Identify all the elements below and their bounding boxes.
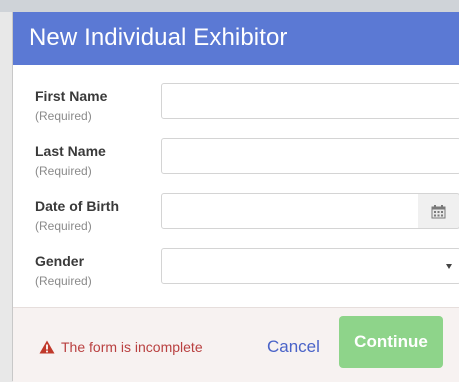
cancel-button[interactable]: Cancel <box>267 332 320 362</box>
form-row-first-name: First Name (Required) <box>13 83 459 137</box>
date-of-birth-label: Date of Birth <box>35 198 119 214</box>
calendar-icon <box>431 205 446 219</box>
last-name-hint: (Required) <box>35 164 92 178</box>
modal-header: New Individual Exhibitor <box>13 12 459 65</box>
form-row-last-name: Last Name (Required) <box>13 138 459 192</box>
caret-down-icon <box>446 264 452 269</box>
page-backdrop <box>0 0 459 12</box>
continue-button[interactable]: Continue <box>339 316 443 368</box>
warning-icon <box>39 340 55 354</box>
new-exhibitor-modal: New Individual Exhibitor First Name (Req… <box>12 12 459 382</box>
first-name-label: First Name <box>35 88 108 104</box>
form-status-text: The form is incomplete <box>61 339 203 355</box>
last-name-label: Last Name <box>35 143 106 159</box>
date-of-birth-hint: (Required) <box>35 219 92 233</box>
gender-select[interactable] <box>161 248 459 284</box>
modal-footer: The form is incomplete Cancel Continue <box>13 307 459 382</box>
first-name-hint: (Required) <box>35 109 92 123</box>
gender-hint: (Required) <box>35 274 92 288</box>
last-name-input[interactable] <box>161 138 459 174</box>
gender-label: Gender <box>35 253 85 269</box>
form-row-gender: Gender (Required) <box>13 248 459 302</box>
first-name-input[interactable] <box>161 83 459 119</box>
form-row-date-of-birth: Date of Birth (Required) <box>13 193 459 247</box>
date-of-birth-input[interactable] <box>161 193 419 229</box>
modal-title: New Individual Exhibitor <box>29 24 288 51</box>
date-picker-button[interactable] <box>418 193 459 229</box>
